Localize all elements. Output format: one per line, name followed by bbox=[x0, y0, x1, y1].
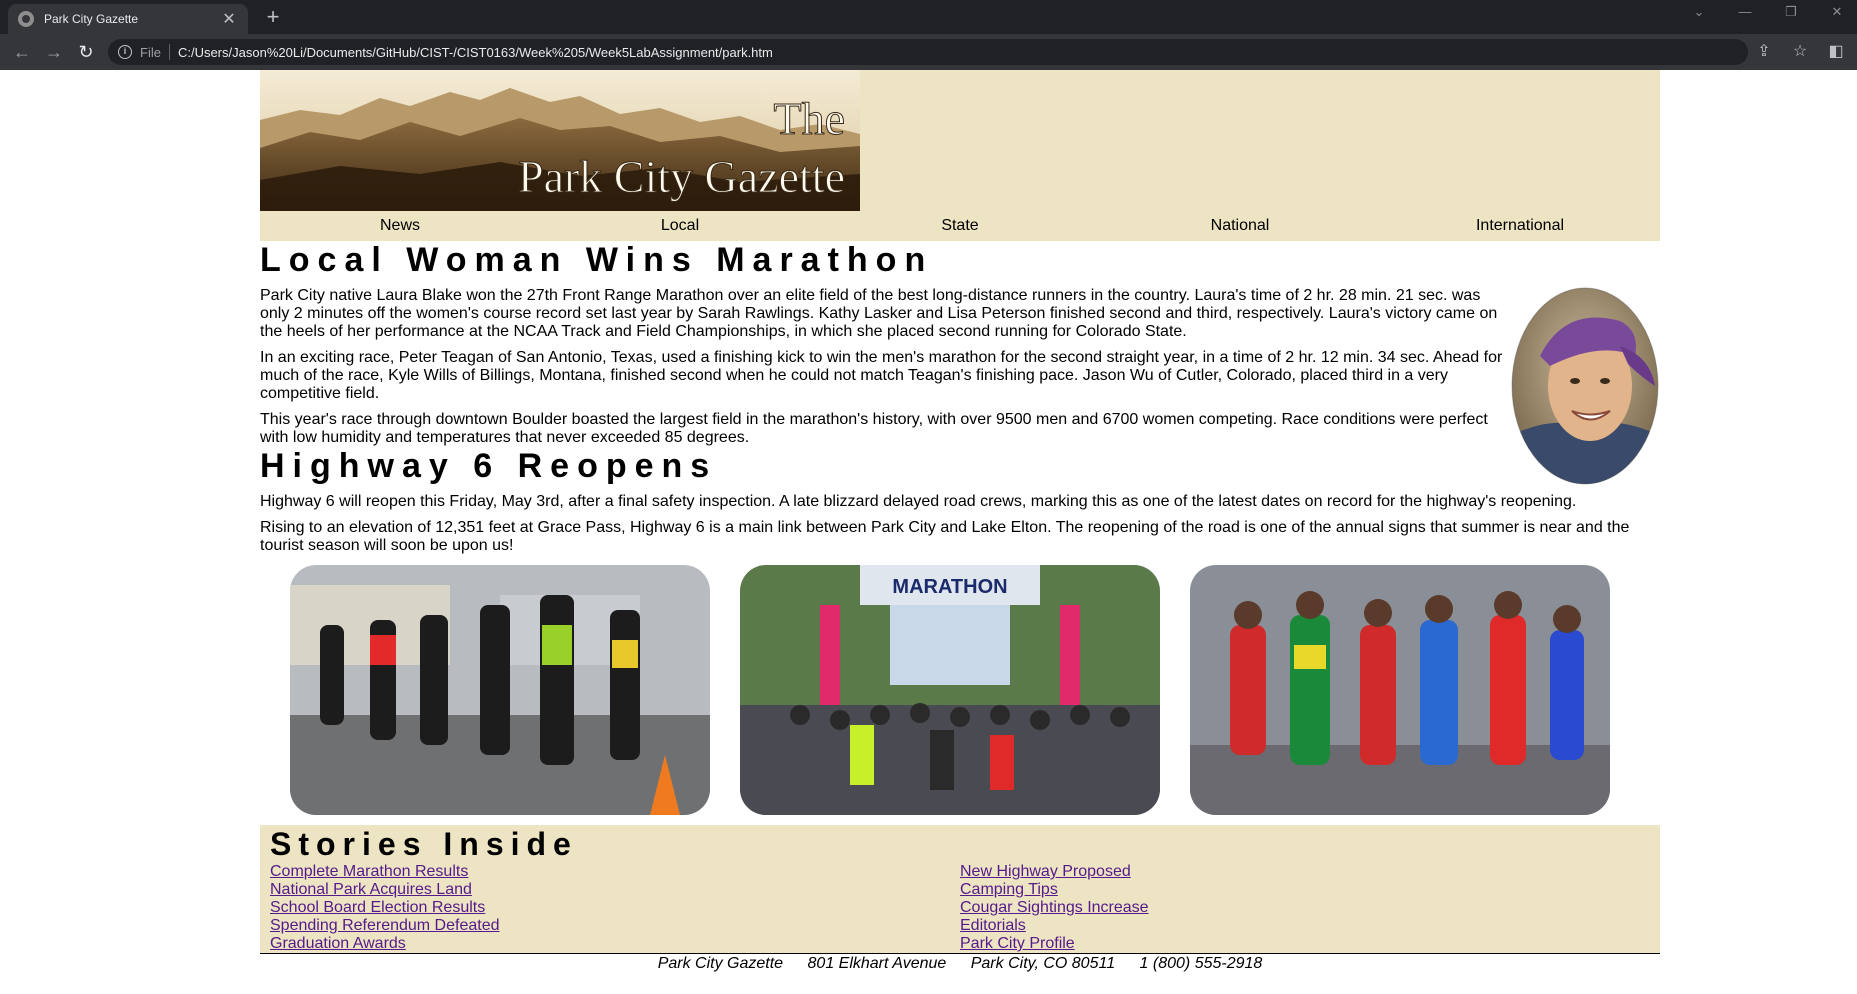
story-link[interactable]: Graduation Awards bbox=[270, 935, 960, 953]
nav-national[interactable]: National bbox=[1100, 215, 1380, 241]
marathon-banner-text: MARATHON bbox=[892, 576, 1007, 598]
article-headline: Local Woman Wins Marathon bbox=[260, 241, 934, 279]
article-paragraph: This year's race through downtown Boulde… bbox=[260, 411, 1488, 446]
story-link[interactable]: National Park Acquires Land bbox=[270, 881, 960, 899]
story-link[interactable]: New Highway Proposed bbox=[960, 863, 1650, 881]
logo-line-title: Park City Gazette bbox=[518, 151, 845, 202]
marathon-photo bbox=[290, 565, 710, 815]
article-paragraph: Rising to an elevation of 12,351 feet at… bbox=[260, 519, 1630, 554]
bookmark-star-icon[interactable]: ☆ bbox=[1789, 40, 1811, 64]
article-paragraph: In an exciting race, Peter Teagan of San… bbox=[260, 349, 1503, 402]
nav-international[interactable]: International bbox=[1380, 215, 1660, 241]
browser-tab[interactable]: Park City Gazette ✕ bbox=[8, 4, 248, 34]
stories-inside: Stories Inside Complete Marathon Results… bbox=[260, 825, 1660, 953]
article-paragraph: Park City native Laura Blake won the 27t… bbox=[260, 287, 1498, 340]
story-link[interactable]: Editorials bbox=[960, 917, 1650, 935]
url-scheme: File bbox=[140, 44, 161, 60]
nav-state[interactable]: State bbox=[820, 215, 1100, 241]
stories-left-column: Complete Marathon Results National Park … bbox=[270, 863, 960, 953]
story-link[interactable]: Spending Referendum Defeated bbox=[270, 917, 960, 935]
tab-search-icon[interactable]: ⌄ bbox=[1687, 4, 1711, 20]
tab-strip: Park City Gazette ✕ + ⌄ — ❐ ✕ bbox=[0, 0, 1857, 34]
stories-right-column: New Highway Proposed Camping Tips Cougar… bbox=[960, 863, 1650, 953]
minimize-icon[interactable]: — bbox=[1733, 4, 1757, 20]
url-separator bbox=[168, 44, 170, 60]
article-marathon: Local Woman Wins Marathon Park City nati… bbox=[260, 241, 1660, 447]
article-paragraph: Highway 6 will reopen this Friday, May 3… bbox=[260, 493, 1577, 510]
page-footer: Park City Gazette 801 Elkhart Avenue Par… bbox=[260, 953, 1660, 974]
footer-name: Park City Gazette bbox=[657, 955, 784, 972]
article-highway: Highway 6 Reopens Highway 6 will reopen … bbox=[260, 447, 1660, 555]
footer-city: Park City, CO 80511 bbox=[970, 955, 1116, 972]
footer-street: 801 Elkhart Avenue bbox=[807, 955, 947, 972]
close-tab-icon[interactable]: ✕ bbox=[220, 9, 238, 29]
toolbar-actions: ⇪ ☆ ◧ bbox=[1753, 40, 1847, 64]
story-link[interactable]: Cougar Sightings Increase bbox=[960, 899, 1650, 917]
story-link[interactable]: Camping Tips bbox=[960, 881, 1650, 899]
story-link[interactable]: Park City Profile bbox=[960, 935, 1650, 953]
photo-gallery: MARATHON bbox=[260, 565, 1660, 825]
main-nav: News Local State National International bbox=[260, 215, 1660, 241]
forward-icon[interactable]: → bbox=[42, 40, 66, 64]
reload-icon[interactable]: ↻ bbox=[74, 40, 98, 64]
marathon-crowd-photo: MARATHON bbox=[740, 565, 1160, 815]
url-text[interactable]: C:/Users/Jason%20Li/Documents/GitHub/CIS… bbox=[178, 45, 773, 60]
nav-news[interactable]: News bbox=[260, 215, 540, 241]
page-container: The Park City Gazette News Local State N… bbox=[260, 70, 1660, 974]
story-link[interactable]: School Board Election Results bbox=[270, 899, 960, 917]
nav-local[interactable]: Local bbox=[540, 215, 820, 241]
globe-icon bbox=[18, 11, 34, 27]
back-icon[interactable]: ← bbox=[10, 40, 34, 64]
womens-race-photo bbox=[1190, 565, 1610, 815]
address-bar[interactable]: i File C:/Users/Jason%20Li/Documents/Git… bbox=[108, 39, 1748, 65]
window-controls: ⌄ — ❐ ✕ bbox=[1687, 4, 1849, 20]
side-panel-icon[interactable]: ◧ bbox=[1825, 40, 1847, 64]
masthead: The Park City Gazette News Local State N… bbox=[260, 70, 1660, 241]
new-tab-button[interactable]: + bbox=[260, 5, 286, 31]
browser-toolbar: ← → ↻ i File C:/Users/Jason%20Li/Documen… bbox=[0, 34, 1857, 70]
logo-line-the: The bbox=[773, 93, 845, 144]
footer-phone: 1 (800) 555-2918 bbox=[1139, 955, 1263, 972]
maximize-icon[interactable]: ❐ bbox=[1779, 4, 1803, 20]
tab-title: Park City Gazette bbox=[44, 12, 139, 26]
info-icon[interactable]: i bbox=[118, 45, 132, 59]
web-page: The Park City Gazette News Local State N… bbox=[0, 70, 1857, 994]
stories-title: Stories Inside bbox=[270, 826, 578, 862]
share-icon[interactable]: ⇪ bbox=[1753, 40, 1775, 64]
story-link[interactable]: Complete Marathon Results bbox=[270, 863, 960, 881]
close-window-icon[interactable]: ✕ bbox=[1825, 4, 1849, 20]
gazette-logo: The Park City Gazette bbox=[260, 70, 860, 211]
article-headline: Highway 6 Reopens bbox=[260, 447, 718, 485]
